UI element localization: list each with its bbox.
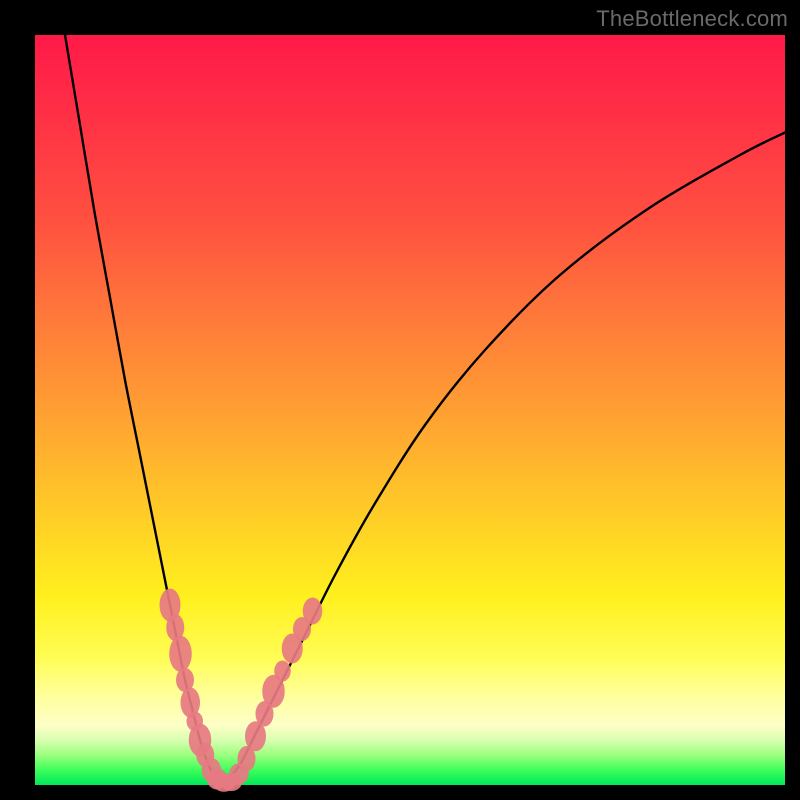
bead — [303, 598, 323, 625]
plot-area — [35, 35, 785, 785]
curve-left — [65, 35, 223, 785]
watermark-text: TheBottleneck.com — [596, 6, 788, 32]
chart-frame: TheBottleneck.com — [0, 0, 800, 800]
bead — [169, 636, 192, 672]
chart-svg — [35, 35, 785, 785]
curve-right — [223, 133, 786, 786]
bead — [274, 661, 291, 682]
curve-beads — [160, 589, 323, 792]
